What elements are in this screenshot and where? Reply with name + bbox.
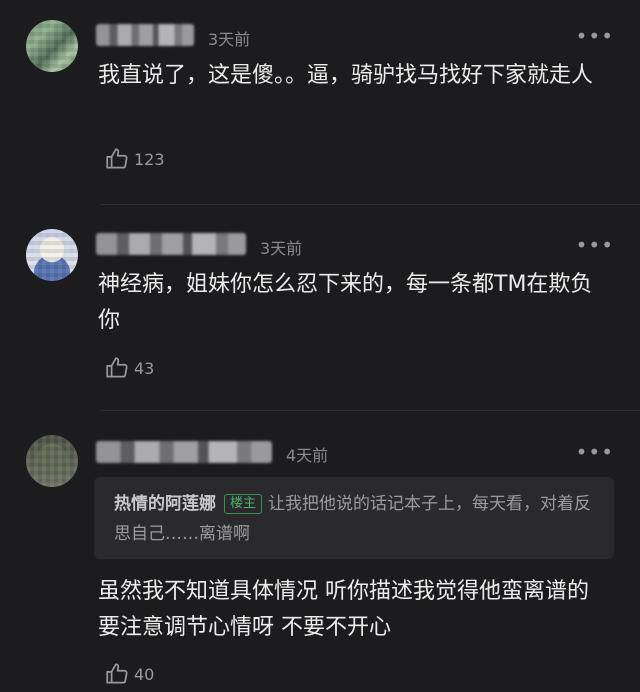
more-dots-icon[interactable]: ••• (576, 235, 614, 255)
username-blurred[interactable] (96, 233, 246, 255)
op-badge: 楼主 (224, 494, 263, 514)
like-button[interactable]: 40 (104, 661, 154, 687)
comment-item: 3天前 ••• 我直说了，这是傻。。逼，骑驴找马找好下家就走人 123 (0, 0, 640, 205)
like-count: 43 (134, 358, 155, 378)
like-button[interactable]: 123 (104, 146, 165, 172)
like-count: 40 (134, 664, 155, 684)
comment-time: 3天前 (208, 30, 251, 49)
user-avatar[interactable] (26, 435, 78, 487)
comment-text: 我直说了，这是傻。。逼，骑驴找马找好下家就走人 (98, 63, 594, 88)
quote-author[interactable]: 热情的阿莲娜 (114, 494, 216, 514)
username-blurred[interactable] (96, 441, 272, 463)
quoted-reply[interactable]: 热情的阿莲娜 楼主 让我把他说的话记本子上，每天看，对着反思自己……离谱啊 (94, 477, 614, 559)
more-dots-icon[interactable]: ••• (576, 26, 614, 46)
comment-text: 神经病，姐妹你怎么忍下来的，每一条都TM在欺负你 (98, 272, 593, 333)
comment-item: 3天前 ••• 神经病，姐妹你怎么忍下来的，每一条都TM在欺负你 43 (0, 205, 640, 410)
username-blurred[interactable] (96, 24, 194, 46)
comment-time: 3天前 (260, 239, 303, 258)
comment-item: 4天前 ••• 热情的阿莲娜 楼主 让我把他说的话记本子上，每天看，对着反思自己……… (0, 411, 640, 692)
thumbs-up-icon (106, 663, 128, 684)
quote-content: 热情的阿莲娜 楼主 让我把他说的话记本子上，每天看，对着反思自己……离谱啊 (114, 489, 594, 549)
user-avatar[interactable] (26, 20, 78, 72)
comment-text: 虽然我不知道具体情况 听你描述我觉得他蛮离谱的 要注意调节心情呀 不要不开心 (98, 579, 589, 640)
thumbs-up-icon (106, 148, 128, 169)
user-avatar[interactable] (26, 229, 78, 281)
comment-time: 4天前 (286, 446, 329, 465)
like-count: 123 (134, 149, 165, 169)
more-dots-icon[interactable]: ••• (576, 442, 614, 462)
thumbs-up-icon (106, 357, 128, 378)
like-button[interactable]: 43 (104, 355, 154, 381)
